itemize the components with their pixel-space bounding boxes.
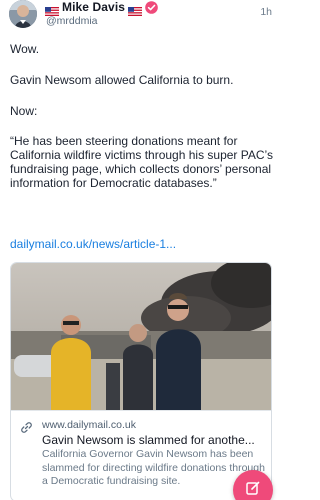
post-header: Mike Davis @mrddmia 1h (9, 0, 275, 30)
link-preview-title[interactable]: Gavin Newsom is slammed for anothe... (42, 433, 268, 447)
post-link[interactable]: dailymail.co.uk/news/article-1... (10, 237, 176, 251)
post-body: Wow. Gavin Newsom allowed California to … (10, 42, 275, 191)
post-text-line: “He has been steering donations meant fo… (10, 134, 273, 190)
link-preview-card[interactable]: www.dailymail.co.uk Gavin Newsom is slam… (10, 262, 272, 500)
us-flag-icon (128, 3, 143, 16)
author-display-name[interactable]: Mike Davis (62, 0, 125, 14)
post-timestamp: 1h (260, 6, 272, 18)
avatar[interactable] (9, 0, 37, 28)
link-preview-image (11, 263, 271, 410)
post-text-line: Wow. (10, 42, 40, 56)
author-name-row: Mike Davis (45, 0, 158, 16)
post-text-line: Gavin Newsom allowed California to burn. (10, 72, 234, 87)
link-preview-domain: www.dailymail.co.uk (42, 419, 136, 431)
verified-badge-icon (145, 0, 158, 14)
us-flag-icon (45, 3, 59, 16)
author-handle[interactable]: @mrddmia (46, 15, 98, 27)
compose-icon (245, 480, 261, 500)
chain-link-icon (20, 421, 33, 434)
post-text-line: Now: (10, 103, 38, 118)
